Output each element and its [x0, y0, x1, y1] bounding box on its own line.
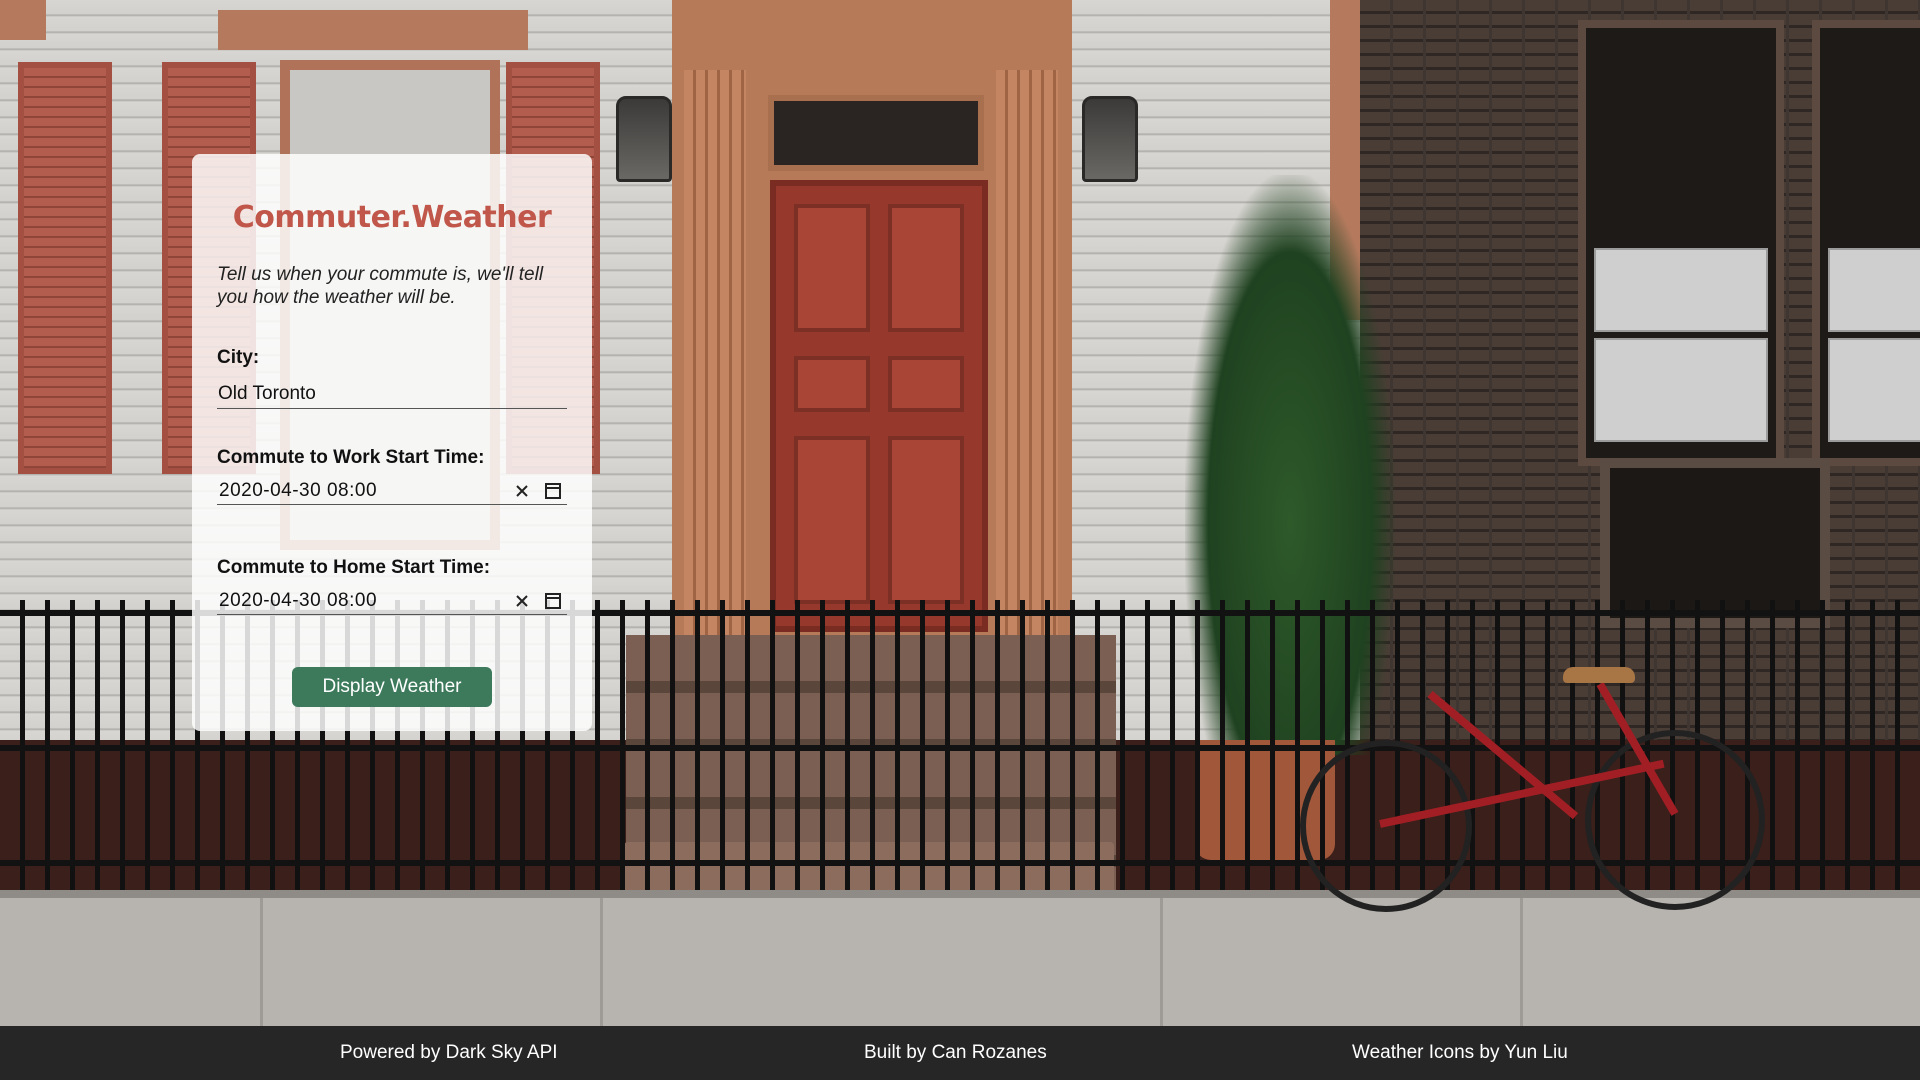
- display-weather-button[interactable]: Display Weather: [292, 667, 492, 707]
- footer-powered-by[interactable]: Powered by Dark Sky API: [340, 1042, 558, 1064]
- city-input[interactable]: [217, 377, 567, 409]
- work-time-picker[interactable]: 2020-04-30 08:00: [217, 477, 567, 505]
- close-icon[interactable]: [513, 482, 531, 500]
- city-label: City:: [217, 347, 260, 368]
- work-time-value[interactable]: 2020-04-30 08:00: [219, 480, 513, 502]
- home-time-label: Commute to Home Start Time:: [217, 557, 491, 578]
- submit-row: Display Weather: [217, 667, 567, 707]
- tagline: Tell us when your commute is, we'll tell…: [217, 264, 544, 308]
- calendar-icon[interactable]: [545, 482, 561, 499]
- home-time-picker[interactable]: 2020-04-30 08:00: [217, 587, 567, 615]
- close-icon[interactable]: [513, 592, 531, 610]
- footer-icons-credit[interactable]: Weather Icons by Yun Liu: [1352, 1042, 1568, 1064]
- home-time-value[interactable]: 2020-04-30 08:00: [219, 590, 513, 612]
- work-time-label: Commute to Work Start Time:: [217, 447, 485, 468]
- calendar-icon[interactable]: [545, 592, 561, 609]
- footer-built-by[interactable]: Built by Can Rozanes: [864, 1042, 1047, 1064]
- commute-form-card: Commuter.Weather Tell us when your commu…: [192, 154, 592, 731]
- app-title: Commuter.Weather: [232, 200, 552, 235]
- footer: Powered by Dark Sky API Built by Can Roz…: [0, 1026, 1920, 1080]
